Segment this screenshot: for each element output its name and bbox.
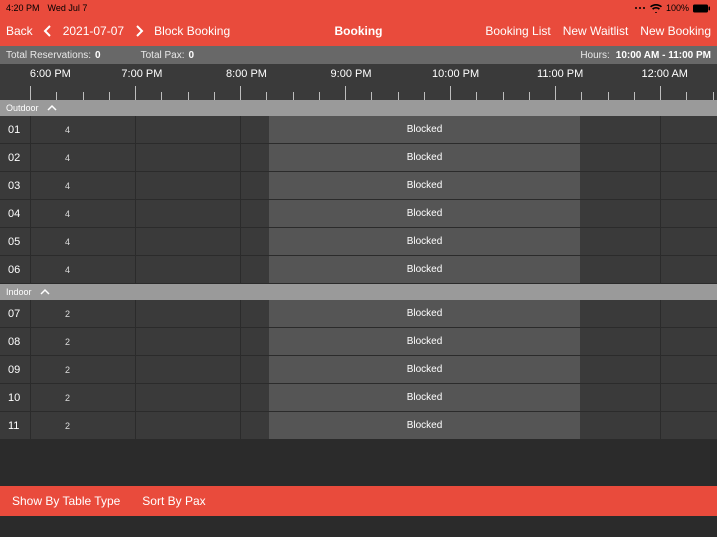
- blocked-band[interactable]: Blocked: [269, 384, 580, 411]
- table-number: 11: [0, 420, 42, 432]
- blocked-band[interactable]: Blocked: [269, 172, 580, 199]
- row-track[interactable]: Blocked: [78, 256, 717, 283]
- table-row[interactable]: 102 Blocked: [0, 384, 717, 412]
- table-row[interactable]: 112 Blocked: [0, 412, 717, 440]
- row-track[interactable]: Blocked: [78, 144, 717, 171]
- nav-bar: Back 2021-07-07 Block Booking Booking Bo…: [0, 16, 717, 46]
- table-number: 03: [0, 180, 42, 192]
- blocked-band[interactable]: Blocked: [269, 116, 580, 143]
- split-view-icon: [634, 4, 646, 12]
- back-button[interactable]: Back: [6, 24, 33, 38]
- status-bar: 4:20 PM Wed Jul 7 100%: [0, 0, 717, 16]
- battery-pct: 100%: [666, 3, 689, 13]
- table-number: 08: [0, 336, 42, 348]
- table-number: 04: [0, 208, 42, 220]
- table-row[interactable]: 054 Blocked: [0, 228, 717, 256]
- row-track[interactable]: Blocked: [78, 412, 717, 439]
- table-number: 09: [0, 364, 42, 376]
- booking-list-button[interactable]: Booking List: [485, 24, 550, 38]
- table-row[interactable]: 092 Blocked: [0, 356, 717, 384]
- status-time: 4:20 PM: [6, 3, 40, 13]
- page-title: Booking: [335, 24, 383, 38]
- table-capacity: 4: [42, 237, 78, 247]
- time-label: 6:00 PM: [30, 68, 90, 82]
- section-header[interactable]: Indoor: [0, 284, 717, 300]
- table-number: 07: [0, 308, 42, 320]
- section-name: Indoor: [6, 287, 32, 297]
- time-label: 9:00 PM: [299, 68, 404, 82]
- sort-by-pax-button[interactable]: Sort By Pax: [142, 494, 205, 508]
- time-label: 8:00 PM: [194, 68, 299, 82]
- table-capacity: 4: [42, 153, 78, 163]
- blocked-band[interactable]: Blocked: [269, 256, 580, 283]
- table-row[interactable]: 082 Blocked: [0, 328, 717, 356]
- table-capacity: 2: [42, 421, 78, 431]
- blocked-band[interactable]: Blocked: [269, 228, 580, 255]
- blocked-band[interactable]: Blocked: [269, 200, 580, 227]
- blocked-band[interactable]: Blocked: [269, 328, 580, 355]
- hours-label: Hours:: [580, 50, 609, 61]
- table-row[interactable]: 014 Blocked: [0, 116, 717, 144]
- row-track[interactable]: Blocked: [78, 356, 717, 383]
- time-label: 10:00 PM: [403, 68, 508, 82]
- bottom-bar: Show By Table Type Sort By Pax: [0, 486, 717, 516]
- table-number: 01: [0, 124, 42, 136]
- new-waitlist-button[interactable]: New Waitlist: [563, 24, 629, 38]
- hours-value: 10:00 AM - 11:00 PM: [616, 50, 711, 61]
- total-pax-value: 0: [189, 50, 195, 61]
- table-row[interactable]: 024 Blocked: [0, 144, 717, 172]
- time-label: 12:00 AM: [612, 68, 717, 82]
- table-capacity: 2: [42, 393, 78, 403]
- table-number: 05: [0, 236, 42, 248]
- battery-icon: [693, 4, 711, 13]
- table-number: 02: [0, 152, 42, 164]
- row-track[interactable]: Blocked: [78, 172, 717, 199]
- table-row[interactable]: 072 Blocked: [0, 300, 717, 328]
- footer-gap: [0, 440, 717, 486]
- table-capacity: 4: [42, 209, 78, 219]
- table-row[interactable]: 064 Blocked: [0, 256, 717, 284]
- collapse-icon[interactable]: [47, 104, 57, 112]
- total-reservations-label: Total Reservations:: [6, 50, 91, 61]
- summary-bar: Total Reservations: 0 Total Pax: 0 Hours…: [0, 46, 717, 64]
- row-track[interactable]: Blocked: [78, 200, 717, 227]
- time-label: 7:00 PM: [90, 68, 195, 82]
- prev-date-button[interactable]: [41, 24, 55, 38]
- time-label: 11:00 PM: [508, 68, 613, 82]
- table-capacity: 2: [42, 337, 78, 347]
- timeline-header[interactable]: 6:00 PM7:00 PM8:00 PM9:00 PM10:00 PM11:0…: [0, 64, 717, 100]
- row-track[interactable]: Blocked: [78, 228, 717, 255]
- table-number: 10: [0, 392, 42, 404]
- next-date-button[interactable]: [132, 24, 146, 38]
- collapse-icon[interactable]: [40, 288, 50, 296]
- table-capacity: 2: [42, 365, 78, 375]
- section-header[interactable]: Outdoor: [0, 100, 717, 116]
- total-reservations-value: 0: [95, 50, 101, 61]
- blocked-band[interactable]: Blocked: [269, 144, 580, 171]
- table-row[interactable]: 044 Blocked: [0, 200, 717, 228]
- row-track[interactable]: Blocked: [78, 116, 717, 143]
- row-track[interactable]: Blocked: [78, 384, 717, 411]
- wifi-icon: [650, 4, 662, 13]
- row-track[interactable]: Blocked: [78, 328, 717, 355]
- table-capacity: 4: [42, 125, 78, 135]
- block-booking-button[interactable]: Block Booking: [154, 24, 230, 38]
- table-capacity: 4: [42, 181, 78, 191]
- table-capacity: 4: [42, 265, 78, 275]
- blocked-band[interactable]: Blocked: [269, 412, 580, 439]
- blocked-band[interactable]: Blocked: [269, 356, 580, 383]
- row-track[interactable]: Blocked: [78, 300, 717, 327]
- table-number: 06: [0, 264, 42, 276]
- table-row[interactable]: 034 Blocked: [0, 172, 717, 200]
- date-picker[interactable]: 2021-07-07: [63, 24, 124, 38]
- show-by-table-type-button[interactable]: Show By Table Type: [12, 494, 120, 508]
- section-name: Outdoor: [6, 103, 39, 113]
- table-capacity: 2: [42, 309, 78, 319]
- blocked-band[interactable]: Blocked: [269, 300, 580, 327]
- new-booking-button[interactable]: New Booking: [640, 24, 711, 38]
- status-date: Wed Jul 7: [48, 3, 88, 13]
- total-pax-label: Total Pax:: [141, 50, 185, 61]
